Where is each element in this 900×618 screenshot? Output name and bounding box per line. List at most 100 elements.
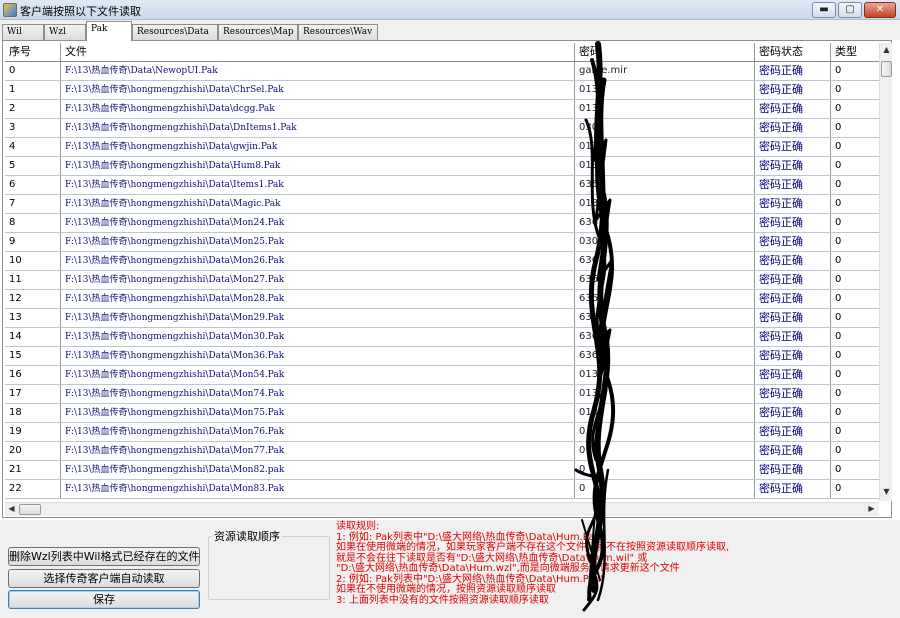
row-file-path: F:\13\热血传奇\hongmengzhishi\Data\Mon25.Pak	[61, 233, 575, 251]
scroll-up-icon[interactable]: ▲	[880, 45, 893, 54]
horizontal-scroll-thumb[interactable]	[19, 504, 41, 515]
table-row[interactable]: 1 F:\13\热血传奇\hongmengzhishi\Data\ChrSel.P…	[5, 81, 879, 100]
column-header-password[interactable]: 密码	[575, 43, 755, 61]
row-type: 0	[835, 350, 842, 361]
table-row[interactable]: 8 F:\13\热血传奇\hongmengzhishi\Data\Mon24.Pa…	[5, 214, 879, 233]
table-row[interactable]: 20 F:\13\热血传奇\hongmengzhishi\Data\Mon77.P…	[5, 442, 879, 461]
row-file-path: F:\13\热血传奇\hongmengzhishi\Data\Mon24.Pak	[61, 214, 575, 232]
row-password-status: 密码正确	[755, 195, 831, 213]
row-type: 0	[835, 331, 842, 342]
row-password-status: 密码正确	[755, 423, 831, 441]
table-row[interactable]: 21 F:\13\热血传奇\hongmengzhishi\Data\Mon82.p…	[5, 461, 879, 480]
row-password-status: 密码正确	[755, 461, 831, 479]
table-row[interactable]: 16 F:\13\热血传奇\hongmengzhishi\Data\Mon54.P…	[5, 366, 879, 385]
row-password-status: 密码正确	[755, 480, 831, 498]
row-file-path: F:\13\热血传奇\hongmengzhishi\Data\Items1.Pa…	[61, 176, 575, 194]
app-icon	[3, 3, 17, 17]
row-index: 9	[5, 233, 61, 251]
row-password: 0	[575, 461, 755, 479]
auto-read-client-button[interactable]: 选择传奇客户端自动读取	[8, 569, 200, 588]
row-password-status: 密码正确	[755, 404, 831, 422]
vertical-scrollbar[interactable]: ▲ ▼	[879, 43, 892, 501]
table-row[interactable]: 18 F:\13\热血传奇\hongmengzhishi\Data\Mon75.P…	[5, 404, 879, 423]
row-password: 636	[575, 309, 755, 327]
tab-pak[interactable]: Pak	[86, 21, 132, 41]
table-row[interactable]: 9 F:\13\热血传奇\hongmengzhishi\Data\Mon25.Pa…	[5, 233, 879, 252]
table-row[interactable]: 10 F:\13\热血传奇\hongmengzhishi\Data\Mon26.P…	[5, 252, 879, 271]
minimize-button[interactable]: ▬	[812, 2, 836, 18]
row-type: 0	[835, 141, 842, 152]
tab-wil[interactable]: Wil	[2, 24, 44, 40]
row-file-path: F:\13\热血传奇\hongmengzhishi\Data\Mon28.Pak	[61, 290, 575, 308]
row-password: 0	[575, 480, 755, 498]
row-password: 0	[575, 423, 755, 441]
row-file-path: F:\13\热血传奇\hongmengzhishi\Data\Mon77.Pak	[61, 442, 575, 460]
scroll-left-icon[interactable]: ◀	[5, 504, 18, 513]
row-index: 18	[5, 404, 61, 422]
delete-existing-wil-button[interactable]: 删除Wzl列表中Wil格式已经存在的文件	[8, 547, 200, 566]
row-type: 0	[835, 312, 842, 323]
table-row[interactable]: 11 F:\13\热血传奇\hongmengzhishi\Data\Mon27.P…	[5, 271, 879, 290]
table-row[interactable]: 4 F:\13\热血传奇\hongmengzhishi\Data\gwjin.Pa…	[5, 138, 879, 157]
horizontal-scrollbar[interactable]: ◀ ▶	[5, 502, 879, 516]
column-header-index[interactable]: 序号	[5, 43, 61, 61]
tab-resources-map[interactable]: Resources\Map	[218, 24, 298, 40]
row-index: 7	[5, 195, 61, 213]
file-list-grid[interactable]: 序号 文件 密码 密码状态 类型 0 F:\13\热血传奇\Data\NewopU…	[5, 43, 879, 501]
column-header-password-status[interactable]: 密码状态	[755, 43, 831, 61]
row-index: 16	[5, 366, 61, 384]
maximize-button[interactable]: ▢	[838, 2, 862, 18]
row-password: game.mir	[575, 62, 755, 80]
file-list-panel: 序号 文件 密码 密码状态 类型 0 F:\13\热血传奇\Data\NewopU…	[2, 40, 892, 518]
table-row[interactable]: 5 F:\13\热血传奇\hongmengzhishi\Data\Hum8.Pak…	[5, 157, 879, 176]
row-password: 013	[575, 100, 755, 118]
column-header-file[interactable]: 文件	[61, 43, 575, 61]
scroll-right-icon[interactable]: ▶	[865, 504, 878, 513]
table-row[interactable]: 2 F:\13\热血传奇\hongmengzhishi\Data\dcgg.Pak…	[5, 100, 879, 119]
table-row[interactable]: 14 F:\13\热血传奇\hongmengzhishi\Data\Mon30.P…	[5, 328, 879, 347]
bottom-panel: 删除Wzl列表中Wil格式已经存在的文件 选择传奇客户端自动读取 保存 资源读取…	[0, 520, 900, 618]
row-type: 0	[835, 464, 842, 475]
close-button[interactable]: ✕	[864, 2, 896, 18]
row-file-path: F:\13\热血传奇\hongmengzhishi\Data\DnItems1.…	[61, 119, 575, 137]
row-file-path: F:\13\热血传奇\hongmengzhishi\Data\Mon54.Pak	[61, 366, 575, 384]
row-index: 11	[5, 271, 61, 289]
table-row[interactable]: 12 F:\13\热血传奇\hongmengzhishi\Data\Mon28.P…	[5, 290, 879, 309]
row-index: 3	[5, 119, 61, 137]
table-row[interactable]: 7 F:\13\热血传奇\hongmengzhishi\Data\Magic.Pa…	[5, 195, 879, 214]
table-row[interactable]: 22 F:\13\热血传奇\hongmengzhishi\Data\Mon83.P…	[5, 480, 879, 499]
row-type: 0	[835, 103, 842, 114]
table-row[interactable]: 13 F:\13\热血传奇\hongmengzhishi\Data\Mon29.P…	[5, 309, 879, 328]
row-file-path: F:\13\热血传奇\hongmengzhishi\Data\Mon36.Pak	[61, 347, 575, 365]
row-password: 636	[575, 271, 755, 289]
row-password: 013	[575, 157, 755, 175]
row-type: 0	[835, 160, 842, 171]
row-file-path: F:\13\热血传奇\hongmengzhishi\Data\Mon30.Pak	[61, 328, 575, 346]
row-password: 636	[575, 252, 755, 270]
row-password-status: 密码正确	[755, 119, 831, 137]
table-row[interactable]: 3 F:\13\热血传奇\hongmengzhishi\Data\DnItems1…	[5, 119, 879, 138]
row-password-status: 密码正确	[755, 366, 831, 384]
tab-resources-wav[interactable]: Resources\Wav	[298, 24, 378, 40]
row-password: 636	[575, 176, 755, 194]
row-type: 0	[835, 407, 842, 418]
table-row[interactable]: 6 F:\13\热血传奇\hongmengzhishi\Data\Items1.P…	[5, 176, 879, 195]
table-row[interactable]: 0 F:\13\热血传奇\Data\NewopUI.Pak game.mir 密码正确…	[5, 62, 879, 81]
row-password-status: 密码正确	[755, 138, 831, 156]
table-row[interactable]: 19 F:\13\热血传奇\hongmengzhishi\Data\Mon76.P…	[5, 423, 879, 442]
row-password-status: 密码正确	[755, 62, 831, 80]
rules-line: 如果在使用微端的情况，如果玩家客户端不存在这个文件，就不在按照资源读取顺序读取,	[336, 542, 730, 553]
tab-wzl[interactable]: Wzl	[44, 24, 86, 40]
tab-resources-data[interactable]: Resources\Data	[132, 24, 218, 40]
save-button[interactable]: 保存	[8, 590, 200, 609]
row-index: 19	[5, 423, 61, 441]
row-index: 4	[5, 138, 61, 156]
column-header-type[interactable]: 类型	[831, 43, 879, 61]
row-index: 13	[5, 309, 61, 327]
vertical-scroll-thumb[interactable]	[881, 61, 892, 77]
table-row[interactable]: 17 F:\13\热血传奇\hongmengzhishi\Data\Mon74.P…	[5, 385, 879, 404]
table-row[interactable]: 15 F:\13\热血传奇\hongmengzhishi\Data\Mon36.P…	[5, 347, 879, 366]
resource-order-title: 资源读取顺序	[212, 528, 282, 544]
row-index: 0	[5, 62, 61, 80]
scroll-down-icon[interactable]: ▼	[880, 487, 893, 496]
